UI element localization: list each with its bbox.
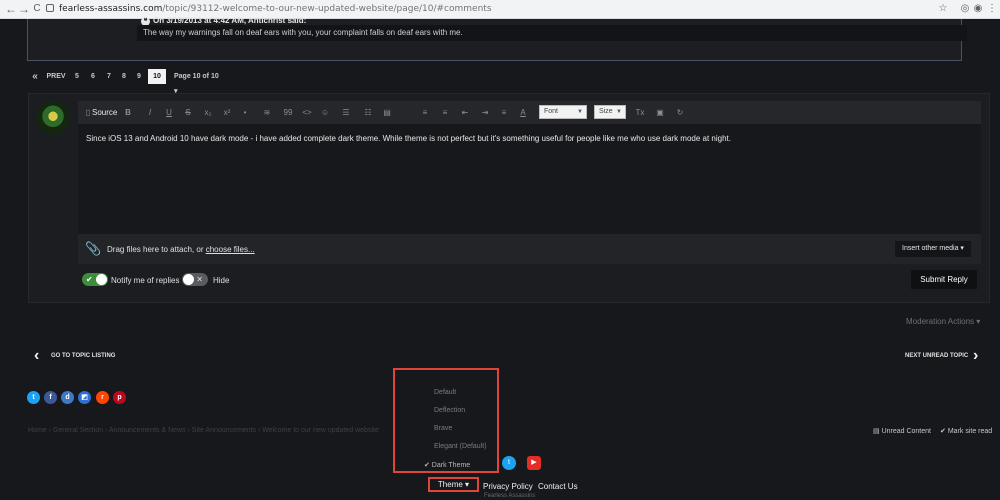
page-8-link[interactable]: 8 xyxy=(118,69,130,84)
chevron-down-icon: ▼ xyxy=(616,109,622,115)
undo-icon[interactable]: ↻ xyxy=(674,107,686,119)
unread-icon: ▤ xyxy=(873,428,882,435)
avatar xyxy=(36,101,70,135)
quote-header-text: On 3/19/2013 at 4:42 AM, Antichrist said… xyxy=(153,16,307,25)
hide-label: Hide xyxy=(213,276,230,285)
lock-icon xyxy=(46,4,54,12)
superscript-button[interactable]: x² xyxy=(221,107,233,119)
theme-option-deflection[interactable]: Deflection xyxy=(434,407,465,414)
prev-page-button[interactable]: PREV xyxy=(44,69,68,84)
preview-icon[interactable]: ▣ xyxy=(654,107,666,119)
align-justify-icon[interactable]: ≡ xyxy=(499,107,509,119)
strike-button[interactable]: S xyxy=(183,107,193,119)
chevron-down-icon: ▼ xyxy=(577,109,583,115)
page-7-link[interactable]: 7 xyxy=(103,69,115,84)
outdent-icon[interactable]: ⇤ xyxy=(460,107,470,119)
subscript-button[interactable]: x₂ xyxy=(202,107,214,119)
notify-toggle[interactable]: ✔ xyxy=(82,273,108,286)
theme-menu xyxy=(393,368,499,473)
list-bulleted-icon[interactable]: ☰ xyxy=(341,107,351,119)
theme-option-brave[interactable]: Brave xyxy=(434,425,452,432)
theme-option-default[interactable]: Default xyxy=(434,389,456,396)
source-icon: ▯ xyxy=(85,108,91,117)
bullet-icon[interactable]: • xyxy=(240,107,250,119)
editor-content[interactable]: Since iOS 13 and Android 10 have dark mo… xyxy=(86,134,966,143)
digg-share-icon[interactable]: d xyxy=(61,391,74,404)
page-jump-dropdown[interactable]: Page 10 of 10 ▾ xyxy=(174,69,224,95)
go-to-topic-listing-link[interactable]: GO TO TOPIC LISTING xyxy=(51,353,115,359)
breadcrumb[interactable]: Home › General Section › Announcements &… xyxy=(28,427,379,434)
size-select[interactable]: Size ▼ xyxy=(594,105,626,119)
toggle-knob xyxy=(183,274,194,285)
insert-media-button[interactable]: Insert other media ▾ xyxy=(895,241,971,257)
pinterest-share-icon[interactable]: p xyxy=(113,391,126,404)
code-button[interactable]: <> xyxy=(301,107,313,119)
mark-site-read-label: Mark site read xyxy=(947,428,993,435)
twitter-share-icon[interactable]: t xyxy=(27,391,40,404)
quote-button[interactable]: 99 xyxy=(282,107,294,119)
theme-option-elegant[interactable]: Elegant (Default) xyxy=(434,443,487,450)
spoiler-icon[interactable]: ▤ xyxy=(382,107,392,119)
chevron-right-icon[interactable]: › xyxy=(973,348,978,364)
page-5-link[interactable]: 5 xyxy=(71,69,83,84)
chevron-left-icon[interactable]: ‹ xyxy=(34,348,39,364)
drag-files-text: Drag files here to attach, or choose fil… xyxy=(107,245,255,254)
font-select[interactable]: Font ▼ xyxy=(539,105,587,119)
paperclip-icon: 📎 xyxy=(85,241,102,256)
page-9-link[interactable]: 9 xyxy=(133,69,145,84)
twitter-icon[interactable]: t xyxy=(502,456,516,470)
footer-copyright: Fearless Assassins xyxy=(484,493,536,499)
underline-button[interactable]: U xyxy=(164,107,174,119)
toggle-knob xyxy=(96,274,107,285)
address-bar[interactable]: fearless-assassins.com/topic/93112-welco… xyxy=(59,2,492,17)
menu-icon[interactable]: ⋮ xyxy=(986,3,998,15)
contact-us-link[interactable]: Contact Us xyxy=(538,482,578,491)
bold-button[interactable]: B xyxy=(123,107,133,119)
emoji-icon[interactable]: ☺ xyxy=(320,107,330,119)
size-select-label: Size xyxy=(599,108,613,115)
unread-content-label: Unread Content xyxy=(881,428,931,435)
link-icon[interactable]: ≋ xyxy=(262,107,272,119)
first-page-button[interactable]: « xyxy=(28,69,42,84)
forward-icon[interactable]: → xyxy=(17,2,31,16)
extension-icon[interactable]: ◎ xyxy=(959,3,971,15)
privacy-policy-link[interactable]: Privacy Policy xyxy=(483,482,533,491)
delicious-share-icon[interactable]: ◩ xyxy=(78,391,91,404)
text-color-button[interactable]: A xyxy=(518,107,528,119)
clear-format-icon[interactable]: Tx xyxy=(634,107,646,119)
back-icon[interactable]: ← xyxy=(4,2,18,16)
quote-body: The way my warnings fall on deaf ears wi… xyxy=(137,25,967,41)
x-icon: ✕ xyxy=(196,275,203,284)
next-unread-topic-link[interactable]: NEXT UNREAD TOPIC xyxy=(905,353,968,359)
submit-reply-button[interactable]: Submit Reply xyxy=(911,270,977,289)
current-page: 10 xyxy=(148,69,166,84)
reddit-share-icon[interactable]: r xyxy=(96,391,109,404)
drag-files-label: Drag files here to attach, or xyxy=(107,245,206,254)
url-host: fearless-assassins.com xyxy=(59,4,163,14)
reload-icon[interactable]: C xyxy=(30,2,44,16)
unread-content-link[interactable]: ▤ Unread Content xyxy=(873,427,931,435)
bookmark-star-icon[interactable]: ☆ xyxy=(937,3,949,15)
facebook-share-icon[interactable]: f xyxy=(44,391,57,404)
theme-option-dark[interactable]: ✔ Dark Theme xyxy=(424,461,470,469)
moderation-actions-dropdown[interactable]: Moderation Actions ▾ xyxy=(906,317,980,326)
mark-site-read-link[interactable]: ✔ Mark site read xyxy=(940,427,992,435)
align-left-icon[interactable]: ≡ xyxy=(420,107,430,119)
indent-icon[interactable]: ⇥ xyxy=(480,107,490,119)
source-button[interactable]: Source xyxy=(92,107,117,119)
page-6-link[interactable]: 6 xyxy=(87,69,99,84)
check-icon: ✔ xyxy=(940,428,948,435)
profile-icon[interactable]: ◉ xyxy=(972,3,984,15)
align-center-icon[interactable]: ≡ xyxy=(440,107,450,119)
theme-button[interactable]: Theme ▾ xyxy=(428,477,479,492)
notify-label: Notify me of replies xyxy=(111,276,180,285)
youtube-icon[interactable]: ▶ xyxy=(527,456,541,470)
list-numbered-icon[interactable]: ☷ xyxy=(363,107,373,119)
italic-button[interactable]: I xyxy=(145,107,155,119)
check-icon: ✔ xyxy=(86,275,93,284)
choose-files-link[interactable]: choose files... xyxy=(206,245,255,254)
font-select-label: Font xyxy=(544,108,559,115)
url-path: /topic/93112-welcome-to-our-new-updated-… xyxy=(162,4,492,14)
hide-toggle[interactable]: ✕ xyxy=(182,273,208,286)
